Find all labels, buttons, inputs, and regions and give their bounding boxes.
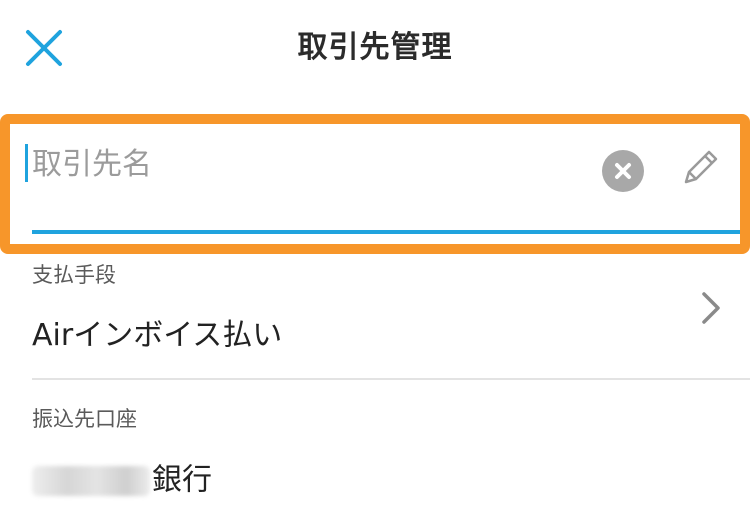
vendor-name-input[interactable] (32, 138, 592, 190)
app-header: 取引先管理 (0, 0, 750, 100)
vendor-name-field (24, 132, 740, 238)
clear-circle-icon (615, 163, 631, 179)
pencil-icon (684, 150, 718, 184)
chevron-right-icon (702, 292, 720, 324)
payment-method-label: 支払手段 (32, 263, 116, 287)
row-divider (32, 378, 750, 380)
masked-bank-name (32, 465, 150, 496)
payment-method-value: Airインボイス払い (32, 318, 283, 353)
bank-account-value: 銀行 (32, 460, 212, 501)
bank-account-row: 振込先口座 銀行 (32, 404, 750, 504)
payment-method-row[interactable]: 支払手段 Airインボイス払い (32, 260, 750, 378)
input-underline (32, 230, 740, 234)
text-caret (25, 144, 28, 182)
bank-account-label: 振込先口座 (32, 407, 137, 431)
edit-button[interactable] (680, 146, 722, 188)
clear-input-button[interactable] (602, 150, 644, 192)
bank-suffix: 銀行 (152, 462, 212, 498)
page-title: 取引先管理 (297, 30, 453, 65)
